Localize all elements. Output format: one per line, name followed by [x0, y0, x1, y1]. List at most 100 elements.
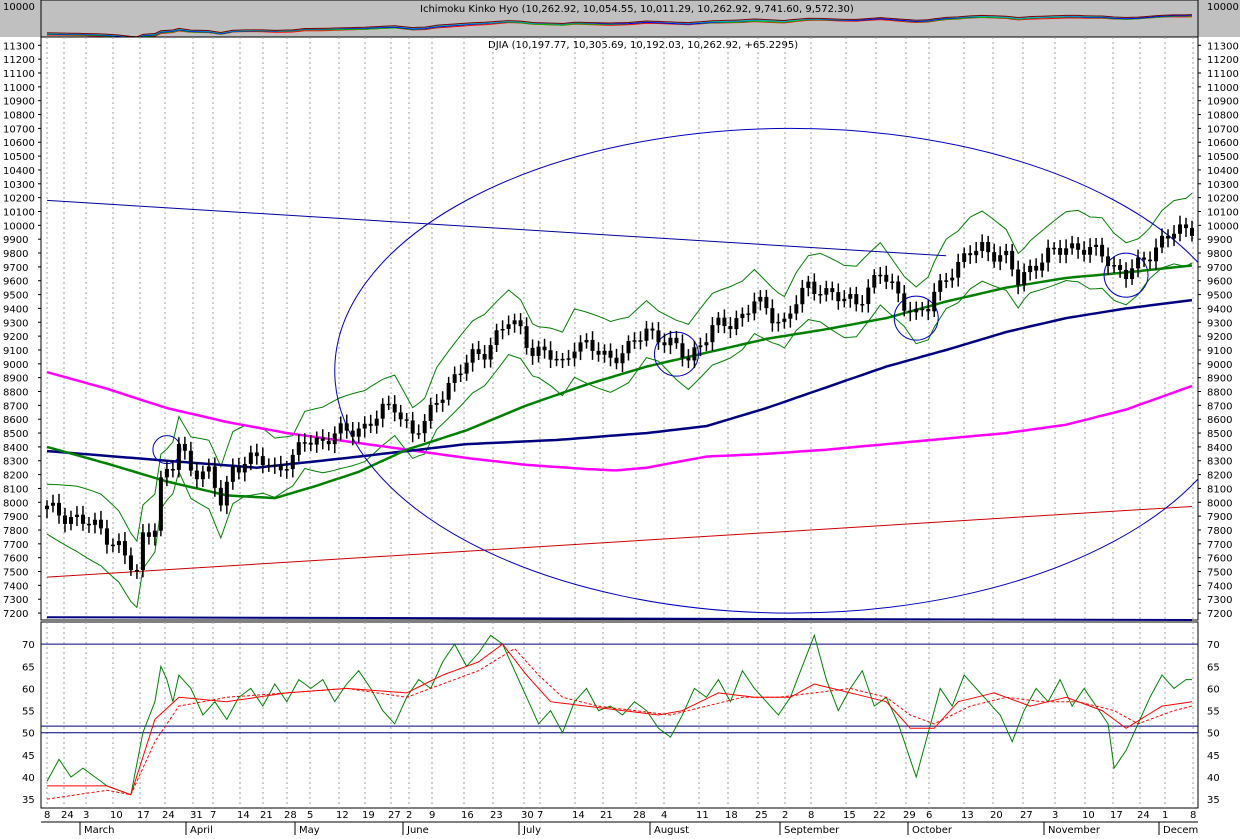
x-day-label: 7	[537, 810, 543, 821]
x-day-label: 12	[336, 810, 349, 821]
ohlc-body	[968, 253, 973, 256]
price-tick-left: 9300	[3, 318, 28, 329]
price-panel-title: DJIA (10,197.77, 10,305.69, 10,192.03, 1…	[488, 40, 798, 51]
ohlc-body	[284, 469, 289, 471]
ohlc-body	[128, 555, 133, 570]
price-tick-right: 7700	[1207, 540, 1232, 551]
ohlc-body	[302, 442, 307, 444]
rsi-tick-left: 35	[22, 795, 35, 806]
x-month-label: March	[84, 825, 114, 835]
ohlc-body	[134, 569, 139, 572]
ohlc-body	[788, 313, 793, 319]
price-tick-right: 10800	[1207, 111, 1239, 122]
rsi-tick-left: 70	[22, 640, 35, 651]
x-day-label: 2	[406, 810, 412, 821]
price-tick-left: 10000	[3, 221, 35, 232]
price-tick-left: 10700	[3, 124, 35, 135]
ohlc-body	[1178, 224, 1183, 234]
price-tick-left: 9500	[3, 291, 28, 302]
rsi-tick-right: 45	[1207, 751, 1220, 762]
price-tick-right: 10500	[1207, 152, 1239, 163]
ohlc-body	[500, 328, 505, 331]
ohlc-body	[680, 343, 685, 358]
ohlc-body	[74, 514, 79, 517]
ohlc-body	[1190, 228, 1194, 236]
x-month-label: November	[1048, 825, 1101, 835]
x-day-label: 30	[521, 810, 534, 821]
price-tick-right: 9500	[1207, 291, 1232, 302]
x-day-label: 1	[1162, 810, 1168, 821]
x-day-label: 17	[1110, 810, 1123, 821]
x-day-label: 29	[903, 810, 916, 821]
x-day-label: 2	[782, 810, 788, 821]
x-day-label: 3	[83, 810, 89, 821]
ohlc-body	[860, 303, 865, 306]
price-tick-left: 8700	[3, 401, 28, 412]
ohlc-body	[590, 339, 595, 351]
ohlc-body	[938, 280, 943, 292]
price-tick-left: 8800	[3, 388, 28, 399]
rsi-tick-right: 35	[1207, 795, 1220, 806]
ohlc-body	[1184, 224, 1189, 229]
ohlc-body	[68, 516, 73, 524]
price-tick-left: 8400	[3, 443, 28, 454]
ohlc-body	[290, 454, 295, 470]
rsi-tick-left: 40	[22, 773, 35, 784]
ohlc-body	[554, 358, 559, 361]
price-tick-left: 7500	[3, 568, 28, 579]
ohlc-body	[386, 403, 391, 406]
x-day-label: 24	[1137, 810, 1150, 821]
ohlc-body	[392, 404, 397, 413]
price-tick-left: 10500	[3, 152, 35, 163]
price-tick-left: 8900	[3, 374, 28, 385]
ohlc-body	[404, 419, 409, 421]
ohlc-body	[992, 252, 997, 262]
price-tick-right: 8000	[1207, 498, 1232, 509]
price-tick-right: 8400	[1207, 443, 1232, 454]
ohlc-body	[932, 291, 937, 312]
ohlc-body	[1166, 235, 1171, 239]
ohlc-body	[692, 347, 697, 361]
price-tick-left: 9400	[3, 304, 28, 315]
x-day-label: 14	[237, 810, 250, 821]
x-day-label: 8	[1190, 810, 1196, 821]
ohlc-body	[746, 313, 751, 315]
ohlc-body	[812, 281, 817, 295]
price-tick-left: 9600	[3, 277, 28, 288]
price-tick-right: 7400	[1207, 581, 1232, 592]
price-tick-right: 10300	[1207, 180, 1239, 191]
ohlc-body	[296, 442, 301, 455]
x-day-label: 5	[307, 810, 313, 821]
x-day-label: 19	[362, 810, 375, 821]
price-tick-left: 8100	[3, 484, 28, 495]
ohlc-body	[758, 296, 763, 302]
price-tick-left: 10400	[3, 166, 35, 177]
ohlc-body	[428, 404, 433, 421]
ohlc-body	[920, 308, 925, 311]
x-day-label: 8	[808, 810, 814, 821]
rsi-tick-right: 40	[1207, 773, 1220, 784]
price-tick-left: 10900	[3, 97, 35, 108]
ohlc-body	[104, 528, 109, 545]
ohlc-body	[1160, 235, 1165, 248]
ohlc-body	[728, 326, 733, 330]
ohlc-body	[476, 349, 481, 355]
ohlc-body	[1010, 250, 1015, 270]
price-tick-right: 8300	[1207, 457, 1232, 468]
ohlc-body	[1004, 250, 1009, 256]
ohlc-body	[806, 281, 811, 288]
price-tick-right: 7600	[1207, 554, 1232, 565]
price-tick-left: 10300	[3, 180, 35, 191]
ohlc-body	[50, 502, 55, 506]
x-day-label: 28	[633, 810, 646, 821]
price-tick-right: 9700	[1207, 263, 1232, 274]
ohlc-body	[266, 464, 271, 467]
ohlc-body	[98, 519, 103, 529]
ohlc-body	[1028, 265, 1033, 273]
price-tick-right: 8600	[1207, 415, 1232, 426]
x-month-label: July	[522, 825, 541, 835]
ohlc-body	[674, 337, 679, 344]
rsi-tick-right: 70	[1207, 640, 1220, 651]
x-day-label: 22	[873, 810, 886, 821]
price-tick-right: 10600	[1207, 138, 1239, 149]
